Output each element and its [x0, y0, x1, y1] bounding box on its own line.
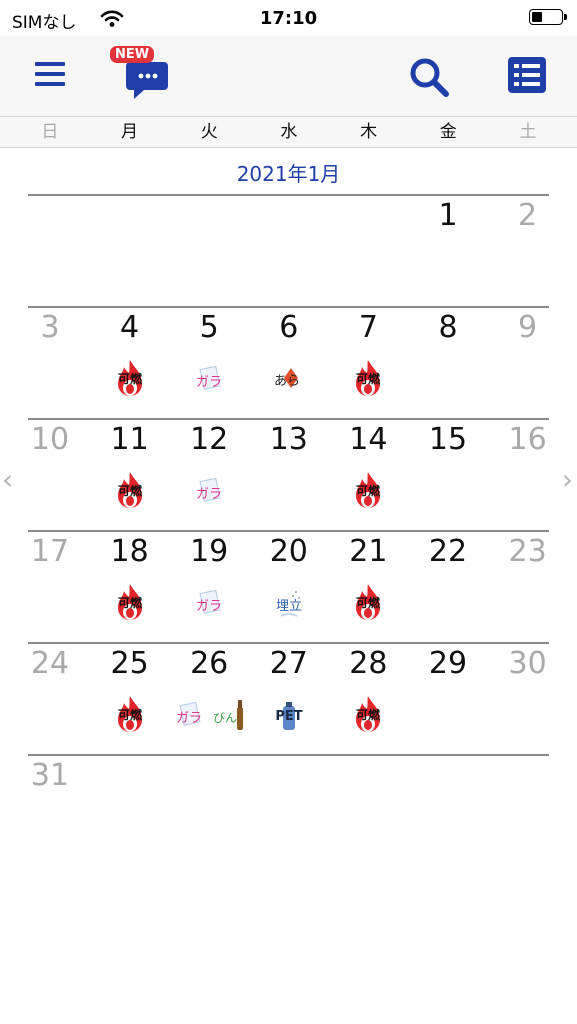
month-title: 2021年1月: [236, 162, 341, 186]
calendar-day[interactable]: 6: [249, 310, 329, 345]
burnable-icon: 可燃: [350, 694, 386, 736]
weekday-wed: 水: [280, 122, 298, 142]
burnable-icon: 可燃: [112, 694, 148, 736]
svg-text:可燃: 可燃: [118, 371, 143, 386]
burnable-icon: 可燃: [350, 470, 386, 512]
menu-button[interactable]: [30, 56, 70, 92]
calendar-day[interactable]: 29: [408, 646, 488, 681]
svg-text:可燃: 可燃: [356, 371, 381, 386]
weekday-sat: 土: [519, 122, 537, 142]
calendar-day[interactable]: 30: [488, 646, 568, 681]
calendar-day[interactable]: 28: [328, 646, 408, 681]
calendar-day[interactable]: 4: [90, 310, 170, 345]
ashes-icon: あら: [271, 358, 307, 400]
calendar-day[interactable]: 8: [408, 310, 488, 345]
paper-icon: ガラ: [171, 694, 207, 736]
burnable-icon: 可燃: [112, 470, 148, 512]
svg-text:あら: あら: [274, 374, 300, 389]
list-icon: [508, 57, 546, 93]
svg-text:可燃: 可燃: [356, 595, 381, 610]
svg-text:可燃: 可燃: [356, 707, 381, 722]
svg-text:びん: びん: [213, 711, 237, 725]
battery-icon: [529, 9, 567, 25]
burnable-icon: 可燃: [112, 582, 148, 624]
calendar-day[interactable]: 14: [328, 422, 408, 457]
paper-icon: ガラ: [191, 358, 227, 400]
paper-icon: ガラ: [191, 470, 227, 512]
calendar-day[interactable]: 22: [408, 534, 488, 569]
calendar-day[interactable]: 24: [10, 646, 90, 681]
calendar-day[interactable]: 12: [169, 422, 249, 457]
calendar-day[interactable]: 16: [488, 422, 568, 457]
weekday-fri: 金: [439, 122, 457, 142]
search-button[interactable]: [408, 56, 450, 98]
weekday-sun: 日: [41, 122, 59, 142]
svg-text:可燃: 可燃: [118, 707, 143, 722]
status-bar: SIMなし 17:10: [0, 0, 577, 36]
svg-text:ガラ: ガラ: [176, 711, 202, 726]
svg-text:可燃: 可燃: [118, 483, 143, 498]
calendar-day[interactable]: 10: [10, 422, 90, 457]
svg-text:ガラ: ガラ: [196, 487, 222, 502]
svg-text:可燃: 可燃: [356, 483, 381, 498]
svg-text:ガラ: ガラ: [196, 375, 222, 390]
burnable-icon: 可燃: [350, 358, 386, 400]
list-view-button[interactable]: [507, 56, 547, 94]
calendar-day[interactable]: 11: [90, 422, 170, 457]
calendar-day[interactable]: 18: [90, 534, 170, 569]
status-time: 17:10: [259, 8, 318, 29]
calendar-day[interactable]: 25: [90, 646, 170, 681]
week-divider: [28, 306, 549, 308]
calendar-day[interactable]: 20: [249, 534, 329, 569]
calendar-day[interactable]: 7: [328, 310, 408, 345]
calendar-day[interactable]: 1: [408, 198, 488, 233]
weekday-thu: 木: [360, 122, 378, 142]
calendar-day[interactable]: 2: [488, 198, 568, 233]
calendar-day[interactable]: 31: [10, 758, 90, 793]
hamburger-icon: [35, 62, 65, 86]
weekday-mon: 月: [121, 122, 139, 142]
week-divider: [28, 194, 549, 196]
search-icon: [410, 58, 449, 97]
svg-text:ガラ: ガラ: [196, 599, 222, 614]
calendar-day[interactable]: 23: [488, 534, 568, 569]
svg-text:PET: PET: [275, 709, 302, 724]
week-divider: [28, 754, 549, 756]
news-button[interactable]: NEW: [108, 46, 172, 102]
landfill-icon: 埋立: [271, 582, 307, 624]
week-divider: [28, 418, 549, 420]
calendar-day[interactable]: 9: [488, 310, 568, 345]
prev-month-icon[interactable]: ‹: [2, 463, 13, 496]
calendar-day[interactable]: 17: [10, 534, 90, 569]
pet-icon: PET: [271, 694, 307, 736]
toolbar: NEW: [0, 36, 577, 117]
calendar-day[interactable]: 21: [328, 534, 408, 569]
svg-text:埋立: 埋立: [276, 599, 302, 614]
week-divider: [28, 530, 549, 532]
calendar-day[interactable]: 15: [408, 422, 488, 457]
calendar-day[interactable]: 27: [249, 646, 329, 681]
calendar-day[interactable]: 19: [169, 534, 249, 569]
svg-text:可燃: 可燃: [118, 595, 143, 610]
weekday-tue: 火: [200, 122, 218, 142]
calendar-day[interactable]: 13: [249, 422, 329, 457]
paper-icon: ガラ: [191, 582, 227, 624]
calendar-day[interactable]: 26: [169, 646, 249, 681]
next-month-icon[interactable]: ›: [562, 463, 573, 496]
burnable-icon: 可燃: [112, 358, 148, 400]
week-divider: [28, 642, 549, 644]
calendar-day[interactable]: 5: [169, 310, 249, 345]
new-badge: NEW: [110, 46, 155, 63]
burnable-icon: 可燃: [350, 582, 386, 624]
calendar-day[interactable]: 3: [10, 310, 90, 345]
bottle-icon: びん: [211, 694, 247, 736]
weekday-header: 日 月 火 水 木 金 土: [0, 117, 577, 148]
